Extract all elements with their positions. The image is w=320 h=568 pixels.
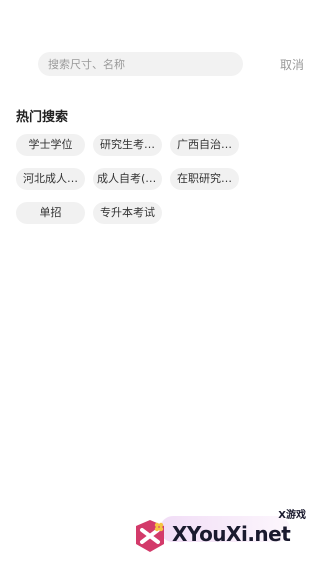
watermark-brand: XYouXi.net: [172, 522, 291, 546]
hot-search-tag[interactable]: 学士学位: [16, 134, 85, 156]
watermark: XYouXi.net X游戏: [130, 506, 310, 560]
hot-search-tag[interactable]: 广西自治…: [170, 134, 239, 156]
tag-row: 单招 专升本考试: [16, 202, 316, 224]
tag-row: 学士学位 研究生考… 广西自治…: [16, 134, 316, 156]
hot-search-tag[interactable]: 在职研究…: [170, 168, 239, 190]
hot-search-tag[interactable]: 专升本考试: [93, 202, 162, 224]
hot-search-tag[interactable]: 河北成人…: [16, 168, 85, 190]
tag-row: 河北成人… 成人自考(3… 在职研究…: [16, 168, 316, 190]
cancel-button[interactable]: 取消: [280, 56, 304, 73]
gamepad-logo-icon: [136, 520, 164, 552]
search-input[interactable]: [38, 52, 243, 76]
hot-search-tag[interactable]: 成人自考(3…: [93, 168, 162, 190]
hot-search-tag[interactable]: 单招: [16, 202, 85, 224]
watermark-chinese: X游戏: [278, 510, 306, 521]
hot-search-tag[interactable]: 研究生考…: [93, 134, 162, 156]
hot-search-tags: 学士学位 研究生考… 广西自治… 河北成人… 成人自考(3… 在职研究… 单招 …: [16, 134, 316, 236]
hot-search-title: 热门搜索: [16, 110, 69, 125]
search-bar: 取消: [38, 52, 310, 76]
